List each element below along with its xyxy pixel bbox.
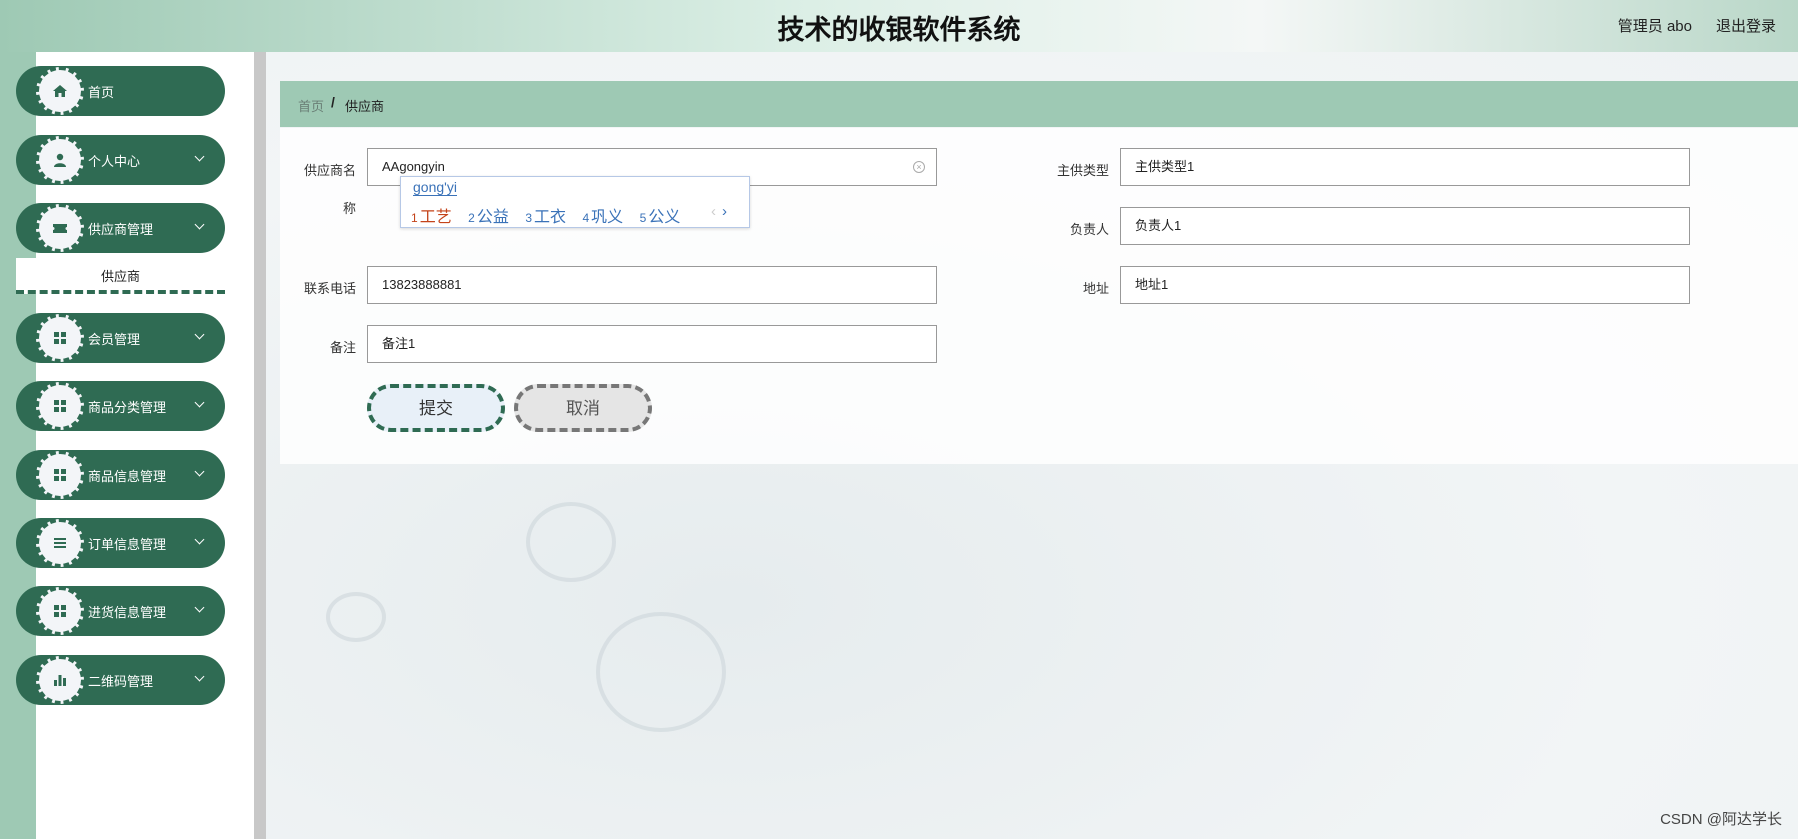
supplier-name-label: 供应商名 — [303, 163, 356, 178]
ime-page-arrows: ‹ › — [711, 203, 727, 220]
sidebar-item-home[interactable]: 首页 — [16, 66, 225, 116]
sidebar-item-label: 首页 — [88, 85, 115, 100]
watermark: CSDN @阿达学长 — [1660, 811, 1782, 828]
ime-composition: gong'yi — [413, 179, 457, 196]
grid-icon — [36, 382, 84, 430]
breadcrumb-current: 供应商 — [345, 99, 385, 114]
breadcrumb-separator: / — [331, 94, 335, 110]
sidebar-item-label: 订单信息管理 — [88, 537, 167, 552]
address-input[interactable]: 地址1 — [1120, 266, 1690, 304]
bar-chart-icon — [36, 656, 84, 704]
app-header: 技术的收银软件系统 管理员 abo 退出登录 — [0, 0, 1798, 52]
ime-candidate-popup: gong'yi 1 工艺 2 公益 3 工衣 4 巩义 5 公义 ‹ › — [400, 176, 750, 228]
current-user: 管理员 abo — [1617, 18, 1692, 35]
submenu-item-label: 供应商 — [100, 269, 140, 284]
sidebar-item-qrcode-mgmt[interactable]: 二维码管理 — [16, 655, 225, 705]
sidebar-item-order-mgmt[interactable]: 订单信息管理 — [16, 518, 225, 568]
grid-icon — [36, 314, 84, 362]
sidebar-item-profile[interactable]: 个人中心 — [16, 135, 225, 185]
app-title: 技术的收银软件系统 — [777, 15, 1021, 45]
phone-label: 联系电话 — [303, 281, 356, 296]
submit-button[interactable]: 提交 — [367, 384, 505, 432]
sidebar-item-label: 商品信息管理 — [88, 469, 167, 484]
sidebar-item-member-mgmt[interactable]: 会员管理 — [16, 313, 225, 363]
person-in-charge-label: 负责人 — [1069, 222, 1109, 237]
sidebar-item-category-mgmt[interactable]: 商品分类管理 — [16, 381, 225, 431]
sidebar-item-purchase-mgmt[interactable]: 进货信息管理 — [16, 586, 225, 636]
ime-candidate[interactable]: 5 公义 — [640, 209, 681, 226]
sidebar-item-label: 商品分类管理 — [88, 400, 167, 415]
phone-input[interactable]: 13823888881 — [367, 266, 937, 304]
user-icon — [36, 136, 84, 184]
chevron-down-icon — [194, 671, 205, 682]
background-decoration — [526, 502, 616, 582]
list-icon — [36, 519, 84, 567]
ime-next-icon[interactable]: › — [722, 203, 727, 220]
ticket-icon — [36, 204, 84, 252]
clear-icon[interactable]: × — [913, 161, 925, 173]
breadcrumb-home-link[interactable]: 首页 — [298, 96, 324, 115]
cancel-button[interactable]: 取消 — [514, 384, 652, 432]
background-decoration — [596, 612, 726, 732]
sidebar-item-label: 个人中心 — [88, 154, 141, 169]
chevron-down-icon — [194, 329, 205, 340]
chevron-down-icon — [194, 602, 205, 613]
ime-prev-icon[interactable]: ‹ — [711, 203, 716, 220]
sidebar-item-label: 二维码管理 — [88, 674, 154, 689]
remark-input[interactable]: 备注1 — [367, 325, 937, 363]
chevron-down-icon — [194, 151, 205, 162]
sidebar-item-label: 进货信息管理 — [88, 605, 167, 620]
grid-icon — [36, 587, 84, 635]
sidebar-item-product-mgmt[interactable]: 商品信息管理 — [16, 450, 225, 500]
sidebar-divider — [254, 52, 266, 839]
remark-label: 备注 — [329, 340, 356, 355]
person-in-charge-input[interactable]: 负责人1 — [1120, 207, 1690, 245]
submenu-item-supplier[interactable]: 供应商 — [16, 258, 225, 294]
home-icon — [36, 67, 84, 115]
ime-candidate[interactable]: 3 工衣 — [525, 209, 566, 226]
ime-candidate[interactable]: 1 工艺 — [411, 209, 452, 226]
sidebar-item-label: 会员管理 — [88, 332, 141, 347]
sidebar-item-label: 供应商管理 — [88, 222, 154, 237]
ime-candidate-list: 1 工艺 2 公益 3 工衣 4 巩义 5 公义 — [411, 203, 692, 227]
supplier-name-label-wrap: 称 — [342, 201, 356, 216]
address-label: 地址 — [1082, 281, 1109, 296]
chevron-down-icon — [194, 466, 205, 477]
background-decoration — [326, 592, 386, 642]
breadcrumb: 首页 / 供应商 — [280, 81, 1798, 127]
main-type-label: 主供类型 — [1056, 163, 1109, 178]
chevron-down-icon — [194, 534, 205, 545]
chevron-down-icon — [194, 219, 205, 230]
ime-candidate[interactable]: 2 公益 — [468, 209, 509, 226]
chevron-down-icon — [194, 397, 205, 408]
ime-candidate[interactable]: 4 巩义 — [582, 209, 623, 226]
main-type-input[interactable]: 主供类型1 — [1120, 148, 1690, 186]
grid-icon — [36, 451, 84, 499]
sidebar-item-supplier-mgmt[interactable]: 供应商管理 — [16, 203, 225, 253]
logout-link[interactable]: 退出登录 — [1716, 15, 1776, 36]
